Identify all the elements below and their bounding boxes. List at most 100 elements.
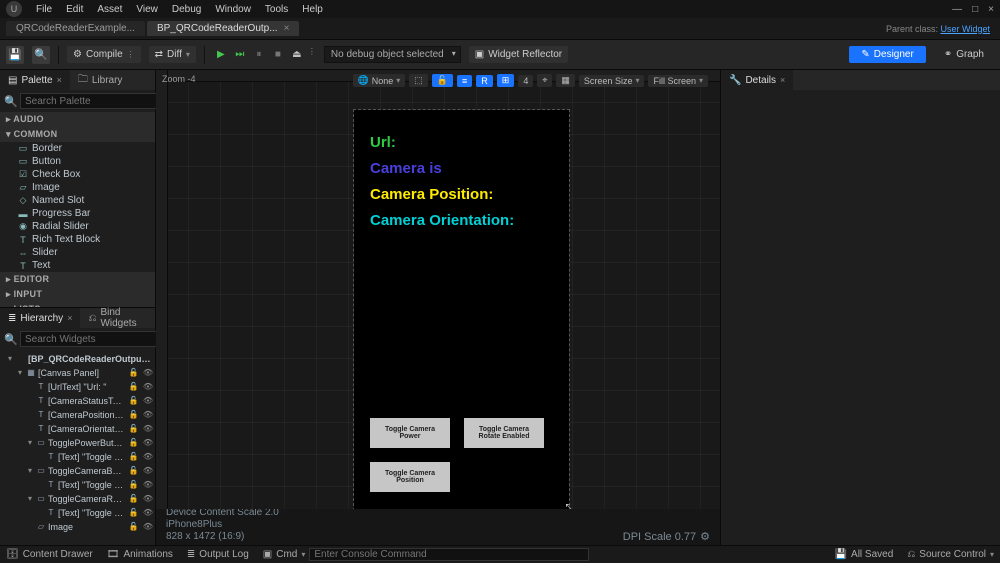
hierarchy-row[interactable]: T[Text] "Toggle Camera.."🔓👁 (0, 506, 155, 520)
eject-button[interactable]: ⏏ (289, 47, 305, 63)
palette-item[interactable]: ⇔Slider (0, 246, 155, 259)
palette-item[interactable]: ▬Progress Bar (0, 207, 155, 220)
tree-toggle-icon[interactable]: ▾ (26, 492, 34, 506)
outline-toggle[interactable]: ⬚ (409, 74, 428, 87)
lock-icon[interactable]: 🔓 (129, 436, 139, 450)
close-icon[interactable]: × (284, 23, 290, 34)
hierarchy-tab[interactable]: ≣ Hierarchy × (0, 308, 80, 328)
eye-icon[interactable]: 👁 (143, 450, 153, 464)
palette-item[interactable]: ☑Check Box (0, 168, 155, 181)
graph-mode-button[interactable]: ⚭ Graph (934, 46, 994, 63)
palette-item[interactable]: ◇Named Slot (0, 194, 155, 207)
eye-icon[interactable]: 👁 (143, 478, 153, 492)
respect-locks-toggle[interactable]: R (476, 75, 493, 87)
hierarchy-row[interactable]: ▱Image🔓👁 (0, 520, 155, 534)
palette-item[interactable]: TText (0, 259, 155, 272)
localization-toggle[interactable]: ⌖ (537, 74, 552, 87)
console-command-input[interactable] (309, 548, 589, 561)
hierarchy-row[interactable]: ▾▭TogglePowerButton🔓👁 (0, 436, 155, 450)
lock-icon[interactable]: 🔓 (129, 478, 139, 492)
eye-icon[interactable]: 👁 (143, 408, 153, 422)
palette-item[interactable]: ▭Button (0, 155, 155, 168)
menu-file[interactable]: File (36, 4, 52, 15)
url-text[interactable]: Url: (370, 130, 553, 156)
parent-class-link[interactable]: User Widget (940, 24, 990, 34)
close-icon[interactable]: × (67, 313, 72, 323)
window-maximize-button[interactable]: □ (972, 4, 978, 15)
layout-lock-toggle[interactable]: 🔓 (432, 74, 453, 87)
chevron-down-icon[interactable]: ⋮ (308, 47, 316, 63)
eye-icon[interactable]: 👁 (143, 394, 153, 408)
details-tab[interactable]: 🔧 Details × (721, 70, 793, 90)
lock-icon[interactable]: 🔓 (129, 422, 139, 436)
lock-icon[interactable]: 🔓 (129, 408, 139, 422)
window-minimize-button[interactable]: — (952, 4, 962, 15)
palette-item[interactable]: ▱Image (0, 181, 155, 194)
lock-icon[interactable]: 🔓 (129, 380, 139, 394)
pause-button[interactable]: ⏸ (251, 47, 267, 63)
eye-icon[interactable]: 👁 (143, 436, 153, 450)
grid-snap-value[interactable]: 4 (518, 75, 533, 87)
debug-object-dropdown[interactable]: No debug object selected (324, 46, 461, 63)
gear-icon[interactable]: ⚙ (700, 530, 710, 543)
hierarchy-row[interactable]: T[CameraStatusText] "Camera is "🔓👁 (0, 394, 155, 408)
animations-button[interactable]: 🎞 Animations (107, 549, 173, 560)
menu-asset[interactable]: Asset (97, 4, 122, 15)
palette-category[interactable]: ▸ INPUT (0, 287, 155, 302)
hierarchy-row[interactable]: ▾▭ToggleCameraButton🔓👁 (0, 464, 155, 478)
screen-size-dropdown[interactable]: Screen Size ▾ (579, 75, 645, 87)
hierarchy-row[interactable]: ▾[BP_QRCodeReaderOutputWidget] (0, 352, 155, 366)
eye-icon[interactable]: 👁 (143, 506, 153, 520)
play-skip-button[interactable]: ⏭ (232, 47, 248, 63)
palette-search-input[interactable] (20, 93, 162, 109)
bind-widgets-tab[interactable]: ⎌ Bind Widgets (80, 308, 155, 328)
palette-category[interactable]: ▸ AUDIO (0, 112, 155, 127)
palette-item[interactable]: ◉Radial Slider (0, 220, 155, 233)
toggle-position-button[interactable]: Toggle Camera Position (370, 462, 450, 492)
camera-position-text[interactable]: Camera Position: (370, 182, 553, 208)
eye-icon[interactable]: 👁 (143, 366, 153, 380)
document-tab-qrcodereaderexample[interactable]: QRCodeReaderExample... (6, 21, 145, 36)
hierarchy-row[interactable]: T[Text] "Toggle Camera.."🔓👁 (0, 478, 155, 492)
palette-list[interactable]: ▸ AUDIO▾ COMMON▭Border▭Button☑Check Box▱… (0, 112, 155, 307)
tree-toggle-icon[interactable]: ▾ (26, 436, 34, 450)
content-drawer-button[interactable]: 🗄 Content Drawer (6, 549, 93, 560)
close-icon[interactable]: × (780, 75, 785, 85)
hierarchy-list[interactable]: ▾[BP_QRCodeReaderOutputWidget]▾▦[Canvas … (0, 350, 155, 545)
output-log-button[interactable]: ≣ Output Log (187, 549, 249, 560)
widget-reflector-button[interactable]: ▣ Widget Reflector (469, 46, 568, 63)
window-close-button[interactable]: × (988, 4, 994, 15)
grid-snap-toggle[interactable]: ⊞ (497, 74, 515, 87)
eye-icon[interactable]: 👁 (143, 380, 153, 394)
visibility-none-chip[interactable]: 🌐 None ▾ (353, 74, 406, 87)
palette-item[interactable]: TRich Text Block (0, 233, 155, 246)
menu-debug[interactable]: Debug (172, 4, 201, 15)
close-icon[interactable]: × (57, 75, 62, 85)
hierarchy-row[interactable]: T[Text] "Toggle Camera.."🔓👁 (0, 450, 155, 464)
save-button[interactable]: 💾 (6, 46, 24, 64)
tree-toggle-icon[interactable]: ▾ (16, 366, 24, 380)
stop-button[interactable]: ■ (270, 47, 286, 63)
document-tab-bpqrcodereaderoutput[interactable]: BP_QRCodeReaderOutp... × (147, 21, 299, 36)
preview-background-toggle[interactable]: ▦ (556, 74, 575, 87)
eye-icon[interactable]: 👁 (143, 464, 153, 478)
all-saved-status[interactable]: 💾 All Saved (835, 549, 894, 560)
hierarchy-row[interactable]: T[UrlText] "Url: "🔓👁 (0, 380, 155, 394)
eye-icon[interactable]: 👁 (143, 422, 153, 436)
fill-screen-dropdown[interactable]: Fill Screen ▾ (648, 75, 708, 87)
menu-edit[interactable]: Edit (66, 4, 83, 15)
play-button[interactable]: ▶ (213, 47, 229, 63)
camera-status-text[interactable]: Camera is (370, 156, 553, 182)
lock-icon[interactable]: 🔓 (129, 506, 139, 520)
tree-toggle-icon[interactable]: ▾ (6, 352, 14, 366)
chevron-down-icon[interactable]: ▾ (301, 550, 305, 559)
eye-icon[interactable]: 👁 (143, 520, 153, 534)
lock-icon[interactable]: 🔓 (129, 366, 139, 380)
camera-orientation-text[interactable]: Camera Orientation: (370, 208, 553, 234)
menu-view[interactable]: View (136, 4, 158, 15)
resize-handle-icon[interactable]: ⤡ (565, 501, 575, 509)
compile-button[interactable]: ⚙ Compile ⋮ (67, 46, 141, 63)
hierarchy-row[interactable]: ▾▦[Canvas Panel]🔓👁 (0, 366, 155, 380)
palette-category[interactable]: ▾ COMMON (0, 127, 155, 142)
lock-icon[interactable]: 🔓 (129, 464, 139, 478)
